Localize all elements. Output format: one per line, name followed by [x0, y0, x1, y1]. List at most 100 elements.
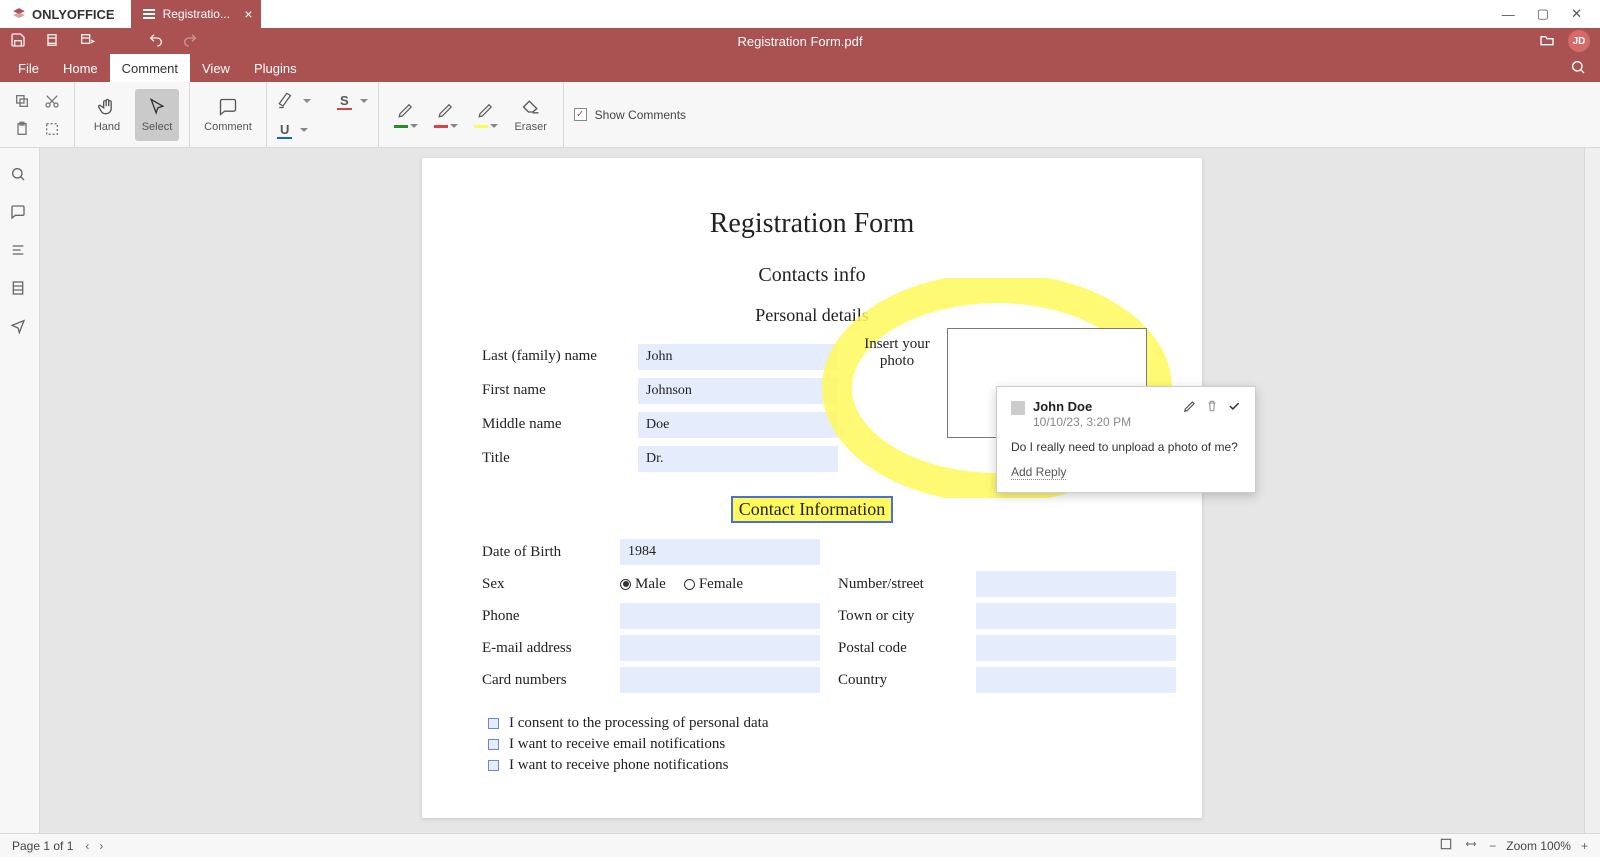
label-last-name: Last (family) name — [482, 344, 632, 370]
label-dob: Date of Birth — [482, 544, 602, 561]
rail-feedback-icon[interactable] — [10, 318, 30, 338]
hand-tool-button[interactable]: Hand — [85, 89, 129, 141]
label-cards: Card numbers — [482, 672, 602, 689]
input-last-name[interactable] — [638, 344, 838, 370]
rail-comments-icon[interactable] — [10, 204, 30, 224]
strikeout-button[interactable]: S — [337, 93, 352, 110]
label-title: Title — [482, 446, 632, 472]
undo-icon[interactable] — [148, 32, 164, 51]
title-bar: ONLYOFFICE Registratio... × — ▢ ✕ — [0, 0, 1600, 28]
pen-red-button[interactable] — [429, 101, 463, 128]
input-dob[interactable] — [620, 539, 820, 565]
underline-button[interactable]: U — [277, 122, 292, 139]
zoom-level: Zoom 100% — [1506, 839, 1571, 853]
highlight-button[interactable] — [277, 91, 295, 112]
underline-dropdown-icon[interactable] — [300, 128, 308, 136]
comment-avatar — [1011, 401, 1025, 415]
zoom-out-icon[interactable]: − — [1489, 839, 1496, 853]
label-town: Town or city — [838, 608, 958, 625]
comment-text: Do I really need to unpload a photo of m… — [1011, 439, 1241, 455]
comment-edit-icon[interactable] — [1183, 399, 1197, 416]
comment-resolve-icon[interactable] — [1227, 399, 1241, 416]
redo-icon[interactable] — [182, 32, 198, 51]
menu-home[interactable]: Home — [51, 54, 110, 82]
rail-search-icon[interactable] — [10, 166, 30, 186]
save-icon[interactable] — [10, 32, 26, 51]
add-comment-button[interactable]: Comment — [200, 89, 256, 141]
menu-plugins[interactable]: Plugins — [242, 54, 309, 82]
document-tab[interactable]: Registratio... × — [131, 0, 261, 28]
canvas-area[interactable]: Registration Form Contacts info Personal… — [40, 148, 1584, 833]
input-postal[interactable] — [976, 635, 1176, 661]
input-town[interactable] — [976, 603, 1176, 629]
consent-row-0[interactable]: I consent to the processing of personal … — [482, 715, 1142, 732]
pen-green-button[interactable] — [389, 101, 423, 128]
workspace: Registration Form Contacts info Personal… — [0, 148, 1600, 833]
highlight-dropdown-icon[interactable] — [303, 99, 311, 107]
comment-user: John Doe — [1033, 399, 1131, 414]
fit-width-icon[interactable] — [1463, 838, 1479, 853]
zoom-in-icon[interactable]: + — [1581, 839, 1588, 853]
minimize-icon[interactable]: — — [1502, 7, 1515, 22]
quick-access-toolbar: Registration Form.pdf JD — [0, 28, 1600, 54]
menu-bar: File Home Comment View Plugins — [0, 54, 1600, 82]
select-all-icon[interactable] — [40, 117, 64, 141]
open-location-icon[interactable] — [1538, 32, 1556, 51]
input-cards[interactable] — [620, 667, 820, 693]
search-icon[interactable] — [1570, 59, 1586, 78]
label-phone: Phone — [482, 608, 602, 625]
comment-date: 10/10/23, 3:20 PM — [1033, 415, 1131, 429]
close-tab-icon[interactable]: × — [244, 6, 252, 22]
radio-female[interactable]: Female — [684, 576, 743, 593]
pen-yellow-button[interactable] — [469, 101, 503, 128]
menu-view[interactable]: View — [190, 54, 242, 82]
menu-comment[interactable]: Comment — [110, 54, 190, 82]
rail-headings-icon[interactable] — [10, 242, 30, 262]
left-panel-rail — [0, 148, 40, 833]
next-page-icon[interactable]: › — [99, 839, 103, 853]
vertical-scrollbar[interactable] — [1584, 148, 1600, 833]
paste-icon[interactable] — [10, 117, 34, 141]
input-middle-name[interactable] — [638, 412, 838, 438]
input-title[interactable] — [638, 446, 838, 472]
rail-thumbnails-icon[interactable] — [10, 280, 30, 300]
fit-page-icon[interactable] — [1439, 837, 1453, 854]
print-icon[interactable] — [44, 32, 60, 51]
user-avatar[interactable]: JD — [1568, 30, 1590, 52]
comment-delete-icon[interactable] — [1205, 399, 1219, 416]
consent-row-2[interactable]: I want to receive phone notifications — [482, 757, 1142, 774]
label-country: Country — [838, 672, 958, 689]
label-sex: Sex — [482, 576, 602, 593]
document-title: Registration Form.pdf — [738, 34, 863, 49]
label-middle-name: Middle name — [482, 412, 632, 438]
status-bar: Page 1 of 1 ‹ › − Zoom 100% + — [0, 833, 1600, 857]
prev-page-icon[interactable]: ‹ — [85, 839, 89, 853]
input-phone[interactable] — [620, 603, 820, 629]
copy-icon[interactable] — [10, 89, 34, 113]
label-first-name: First name — [482, 378, 632, 404]
comment-popup: John Doe 10/10/23, 3:20 PM Do I really n… — [996, 386, 1256, 493]
tab-title: Registratio... — [163, 7, 230, 21]
close-window-icon[interactable]: ✕ — [1571, 6, 1582, 22]
maximize-icon[interactable]: ▢ — [1537, 6, 1549, 22]
form-title: Registration Form — [482, 208, 1142, 240]
input-number-street[interactable] — [976, 571, 1176, 597]
eraser-button[interactable]: Eraser — [509, 89, 553, 141]
radio-male[interactable]: Male — [620, 576, 666, 593]
label-insert-photo: Insert your photo — [852, 336, 942, 370]
select-tool-button[interactable]: Select — [135, 89, 179, 141]
quick-print-icon[interactable] — [78, 32, 96, 51]
tab-menu-icon[interactable] — [143, 9, 155, 19]
input-first-name[interactable] — [638, 378, 838, 404]
cut-icon[interactable] — [40, 89, 64, 113]
show-comments-checkbox[interactable]: ✓ Show Comments — [574, 108, 686, 122]
app-name: ONLYOFFICE — [32, 7, 115, 22]
logo-icon — [12, 7, 26, 21]
menu-file[interactable]: File — [6, 54, 51, 82]
input-email[interactable] — [620, 635, 820, 661]
consent-row-1[interactable]: I want to receive email notifications — [482, 736, 1142, 753]
strikeout-dropdown-icon[interactable] — [360, 99, 368, 107]
ribbon-comment: Hand Select Comment S U — [0, 82, 1600, 148]
comment-add-reply[interactable]: Add Reply — [1011, 465, 1066, 480]
input-country[interactable] — [976, 667, 1176, 693]
